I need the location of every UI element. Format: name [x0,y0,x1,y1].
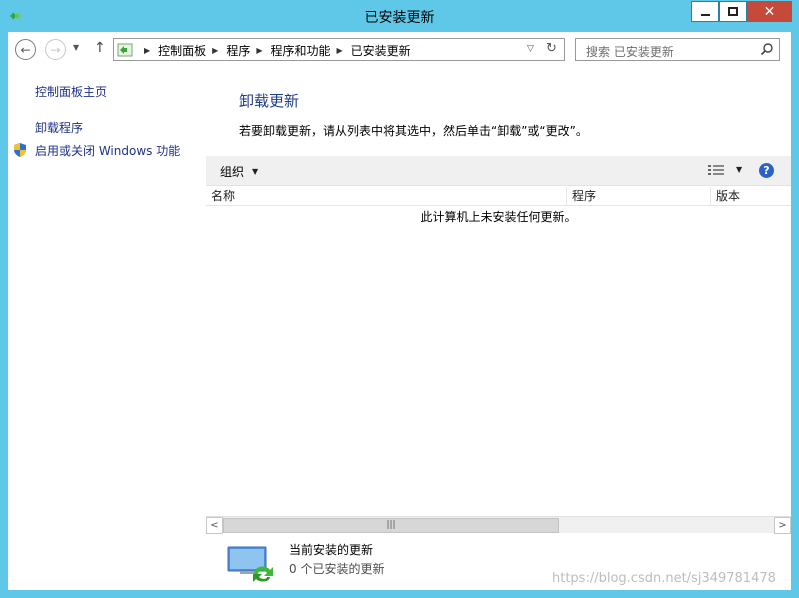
details-count: 0 个已安装的更新 [289,562,385,576]
control-panel-icon [117,43,133,57]
sidebar-item-windows-features[interactable]: 启用或关闭 Windows 功能 [35,142,180,159]
column-header-program[interactable]: 程序 [567,187,711,206]
breadcrumb-programs-and-features[interactable]: 程序和功能 [271,42,331,59]
forward-arrow-icon: → [50,42,61,57]
details-title: 当前安装的更新 [289,543,374,557]
view-list-icon[interactable] [708,164,724,177]
client-area: ← → ▼ ↑ ▶ 控制面板 ▶ 程序 ▶ 程序和功能 ▶ 已安装更新 ▽ ↻ … [8,32,791,590]
breadcrumb-separator-icon[interactable]: ▶ [144,46,150,55]
sidebar-item-uninstall-program[interactable]: 卸载程序 [35,119,83,136]
back-button[interactable]: ← [15,39,36,60]
installed-updates-icon [227,546,273,582]
minimize-button[interactable] [691,1,719,22]
chevron-down-icon: ▼ [252,167,259,176]
search-box[interactable]: 搜索 已安装更新 [575,38,780,61]
scroll-right-arrow-icon[interactable]: > [774,517,791,534]
breadcrumb-separator-icon[interactable]: ▶ [256,46,262,55]
list-header: 名称 程序 版本 [206,187,791,206]
close-icon: ✕ [763,3,776,20]
breadcrumb-programs[interactable]: 程序 [226,42,250,59]
address-dropdown-chevron-down-icon[interactable]: ▽ [527,44,534,54]
forward-button[interactable]: → [45,39,66,60]
command-toolbar: 组织 ▼ ▼ ? [206,156,791,186]
search-icon[interactable] [760,42,774,56]
address-bar[interactable]: ▶ 控制面板 ▶ 程序 ▶ 程序和功能 ▶ 已安装更新 ▽ ↻ [113,38,565,61]
empty-list-message: 此计算机上未安装任何更新。 [420,210,577,224]
maximize-icon [728,7,738,16]
title-bar[interactable]: 已安装更新 ✕ [0,0,799,32]
breadcrumb-installed-updates[interactable]: 已安装更新 [351,42,411,59]
scroll-left-arrow-icon[interactable]: < [206,517,223,534]
recent-locations-chevron-down-icon[interactable]: ▼ [73,43,79,52]
window-title: 已安装更新 [364,10,435,26]
up-arrow-icon[interactable]: ↑ [94,40,106,56]
column-header-version[interactable]: 版本 [711,187,791,206]
sidebar-item-control-panel-home[interactable]: 控制面板主页 [35,83,107,100]
breadcrumb-separator-icon[interactable]: ▶ [337,46,343,55]
organize-label: 组织 [220,165,245,179]
horizontal-scrollbar[interactable]: < ||| > [206,516,791,534]
help-icon[interactable]: ? [759,163,774,178]
back-arrow-icon: ← [20,42,31,57]
breadcrumb-control-panel[interactable]: 控制面板 [158,42,206,59]
search-input[interactable]: 搜索 已安装更新 [586,43,674,60]
refresh-icon[interactable]: ↻ [546,41,557,56]
close-button[interactable]: ✕ [747,1,792,22]
page-description: 若要卸载更新，请从列表中将其选中，然后单击“卸载”或“更改”。 [239,124,588,138]
organize-button[interactable]: 组织 ▼ [220,163,258,180]
minimize-icon [700,13,710,16]
window: 已安装更新 ✕ ← → ▼ ↑ ▶ 控制面板 ▶ 程序 ▶ 程序和功能 ▶ 已安… [0,0,799,598]
scrollbar-thumb[interactable]: ||| [223,518,559,533]
breadcrumb-separator-icon[interactable]: ▶ [212,46,218,55]
view-options-chevron-down-icon[interactable]: ▼ [736,165,742,174]
watermark: https://blog.csdn.net/sj349781478 [552,571,776,586]
maximize-button[interactable] [719,1,747,22]
shield-icon [14,143,26,157]
column-header-name[interactable]: 名称 [206,187,567,206]
breadcrumb: ▶ 控制面板 ▶ 程序 ▶ 程序和功能 ▶ 已安装更新 [138,42,411,59]
page-title: 卸载更新 [239,92,300,110]
